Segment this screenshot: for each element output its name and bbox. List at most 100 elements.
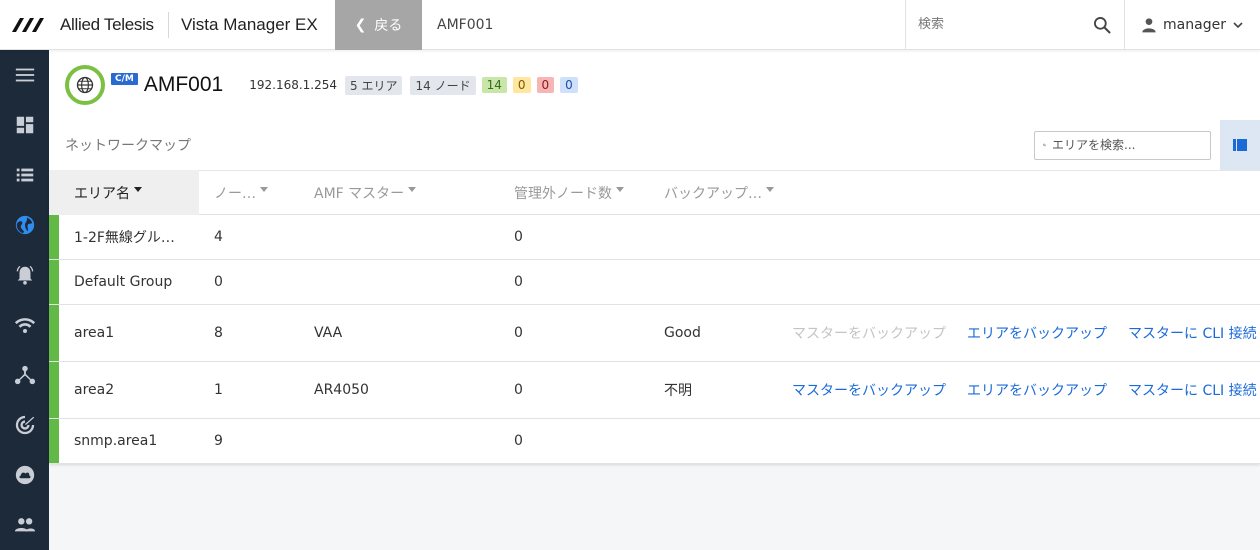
cli-connect-link[interactable]: マスターに CLI 接続 <box>1128 380 1257 400</box>
users-icon <box>14 518 35 532</box>
search-icon[interactable] <box>1092 15 1112 35</box>
backup-status: 不明 <box>664 383 692 399</box>
top-header: Allied Telesis Vista Manager EX ❮ 戻る AMF… <box>0 0 1260 50</box>
column-header-nodes[interactable]: ノー… <box>199 170 299 215</box>
sidebar-item-cloud[interactable] <box>0 450 49 500</box>
allied-telesis-logo-icon <box>12 17 44 32</box>
area-name[interactable]: area1 <box>49 325 199 341</box>
node-count: 9 <box>214 433 223 449</box>
sidebar-item-list[interactable] <box>0 150 49 200</box>
table-row[interactable]: area2 1 AR4050 0 不明 マスターをバックアップ エリアをバックア… <box>49 362 1260 419</box>
column-header-label: ノー… <box>214 185 256 202</box>
unmanaged-count: 0 <box>514 433 523 449</box>
sidebar-item-radar[interactable] <box>0 400 49 450</box>
chevron-left-icon: ❮ <box>354 16 367 33</box>
breadcrumb: AMF001 <box>437 16 494 33</box>
sort-caret-icon <box>616 187 624 192</box>
node-header: C/M AMF001 192.168.1.254 5 エリア 14 ノード 14… <box>49 50 1260 120</box>
sidebar-item-alarms[interactable] <box>0 250 49 300</box>
amf-master: AR4050 <box>314 382 369 398</box>
menu-icon <box>15 68 34 82</box>
topology-icon <box>14 365 35 385</box>
cli-connect-link[interactable]: マスターに CLI 接続 <box>1128 323 1257 343</box>
backup-area-link[interactable]: エリアをバックアップ <box>967 380 1107 400</box>
network-map-bar: ネットワークマップ <box>49 120 1260 170</box>
table-row[interactable]: area1 8 VAA 0 Good マスターをバックアップ エリアをバックアッ… <box>49 305 1260 362</box>
node-ip: 192.168.1.254 <box>249 78 338 92</box>
brand-logo[interactable]: Allied Telesis <box>0 0 168 50</box>
sidebar-item-wireless[interactable] <box>0 300 49 350</box>
status-info-count: 0 <box>560 77 578 93</box>
back-button[interactable]: ❮ 戻る <box>335 0 422 50</box>
sidebar-item-topology[interactable] <box>0 350 49 400</box>
node-count: 1 <box>214 382 223 398</box>
column-header-amf-master[interactable]: AMF マスター <box>299 170 499 215</box>
node-count: 4 <box>214 229 223 245</box>
row-actions: マスターをバックアップ エリアをバックアップ マスターに CLI 接続 <box>792 323 1260 343</box>
cloud-icon <box>15 465 34 485</box>
table-row[interactable]: Default Group 0 0 <box>49 260 1260 305</box>
node-count: 8 <box>214 325 223 341</box>
sort-caret-icon <box>408 187 417 192</box>
search-input[interactable] <box>918 17 1092 32</box>
backup-master-link[interactable]: マスターをバックアップ <box>792 380 946 400</box>
unmanaged-count: 0 <box>514 274 523 290</box>
search-icon <box>1043 143 1046 147</box>
area-count-badge: 5 エリア <box>345 75 403 95</box>
area-table: エリア名 ノー… AMF マスター 管理外ノード数 バックアップ… 1-2F無線… <box>49 170 1260 464</box>
sidebar-item-menu[interactable] <box>0 50 49 100</box>
area-name[interactable]: 1-2F無線グル… <box>49 227 199 247</box>
table-row[interactable]: 1-2F無線グル… 4 0 <box>49 215 1260 260</box>
sidebar-item-users[interactable] <box>0 500 49 550</box>
brand-name: Allied Telesis <box>60 14 154 34</box>
alarm-bell-icon <box>16 265 33 285</box>
wifi-icon <box>14 318 35 333</box>
radar-icon <box>15 415 34 435</box>
column-header-label: エリア名 <box>74 185 130 202</box>
table-view-icon <box>1233 139 1247 151</box>
column-header-label: 管理外ノード数 <box>514 185 612 202</box>
backup-area-link[interactable]: エリアをバックアップ <box>967 323 1107 343</box>
sidebar-item-dashboard[interactable] <box>0 100 49 150</box>
globe-icon <box>15 215 34 235</box>
chevron-down-icon <box>1233 21 1243 28</box>
area-name[interactable]: snmp.area1 <box>49 433 199 449</box>
sort-caret-icon <box>260 187 268 192</box>
sidebar-item-network[interactable] <box>0 200 49 250</box>
column-header-unmanaged-nodes[interactable]: 管理外ノード数 <box>499 170 649 215</box>
globe-outline-icon <box>76 76 94 94</box>
unmanaged-count: 0 <box>514 382 523 398</box>
row-actions: マスターをバックアップ エリアをバックアップ マスターに CLI 接続 <box>792 380 1260 400</box>
user-icon <box>1142 17 1156 32</box>
area-name[interactable]: area2 <box>49 382 199 398</box>
unmanaged-count: 0 <box>514 325 523 341</box>
status-normal-count: 14 <box>481 77 507 93</box>
app-title: Vista Manager EX <box>181 14 318 34</box>
column-header-area-name[interactable]: エリア名 <box>49 170 199 215</box>
network-map-title: ネットワークマップ <box>65 138 191 154</box>
user-menu[interactable]: manager <box>1124 0 1260 50</box>
table-header: エリア名 ノー… AMF マスター 管理外ノード数 バックアップ… <box>49 170 1260 215</box>
column-header-label: バックアップ… <box>664 185 762 202</box>
table-row[interactable]: snmp.area1 9 0 <box>49 419 1260 464</box>
column-header-label: AMF マスター <box>314 185 405 202</box>
unmanaged-count: 0 <box>514 229 523 245</box>
column-header-backup[interactable]: バックアップ… <box>649 170 792 215</box>
sort-caret-icon <box>134 187 142 192</box>
area-search <box>1034 130 1211 160</box>
controller-master-badge: C/M <box>111 73 138 85</box>
amf-master: VAA <box>314 325 343 341</box>
global-search <box>905 0 1124 50</box>
back-button-label: 戻る <box>374 17 403 34</box>
main-content: C/M AMF001 192.168.1.254 5 エリア 14 ノード 14… <box>49 50 1260 550</box>
backup-master-link: マスターをバックアップ <box>792 326 946 342</box>
status-warning-count: 0 <box>512 77 531 93</box>
node-name: AMF001 <box>143 73 224 96</box>
node-count-badge: 14 ノード <box>410 75 476 95</box>
node-count: 0 <box>214 274 223 290</box>
area-name[interactable]: Default Group <box>49 274 199 290</box>
area-search-input[interactable] <box>1052 138 1202 152</box>
user-name: manager <box>1163 16 1226 33</box>
sidebar <box>0 50 49 550</box>
view-toggle-button[interactable] <box>1220 120 1260 170</box>
